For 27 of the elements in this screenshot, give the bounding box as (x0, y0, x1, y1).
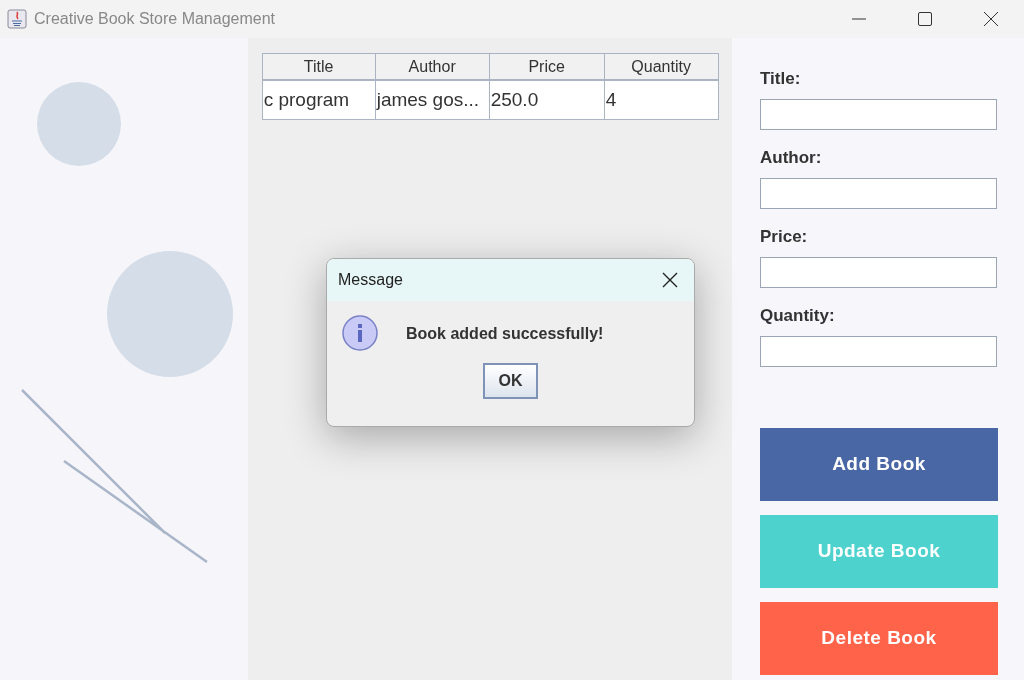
dialog-message: Book added successfully! (406, 324, 604, 344)
table-cell: james gos... (375, 81, 490, 119)
table-cell-text: 4 (604, 87, 618, 112)
input-field[interactable] (760, 336, 997, 367)
field-label: Price: (760, 226, 809, 248)
field-label: Author: (760, 147, 823, 169)
input-field[interactable] (760, 99, 997, 130)
close-icon (984, 12, 998, 26)
column-header[interactable]: Price (489, 54, 605, 79)
field-label: Title: (760, 68, 802, 90)
column-header[interactable]: Author (375, 54, 490, 79)
column-header[interactable]: Title (262, 54, 376, 79)
table-cell: c program (262, 81, 376, 119)
info-icon (342, 315, 380, 353)
column-header[interactable]: Quantity (604, 54, 718, 79)
dialog-title: Message (338, 270, 403, 290)
ok-button[interactable]: OK (483, 363, 538, 399)
close-icon (662, 272, 678, 288)
action-button[interactable]: Add Book (760, 428, 998, 501)
maximize-icon (918, 12, 932, 26)
field-label: Quantity: (760, 305, 836, 327)
minimize-icon (852, 18, 866, 20)
input-field[interactable] (760, 178, 997, 209)
table-cell: 250.0 (489, 81, 605, 119)
input-field[interactable] (760, 257, 997, 288)
window-title: Creative Book Store Management (34, 9, 275, 29)
app-icon (7, 9, 27, 29)
